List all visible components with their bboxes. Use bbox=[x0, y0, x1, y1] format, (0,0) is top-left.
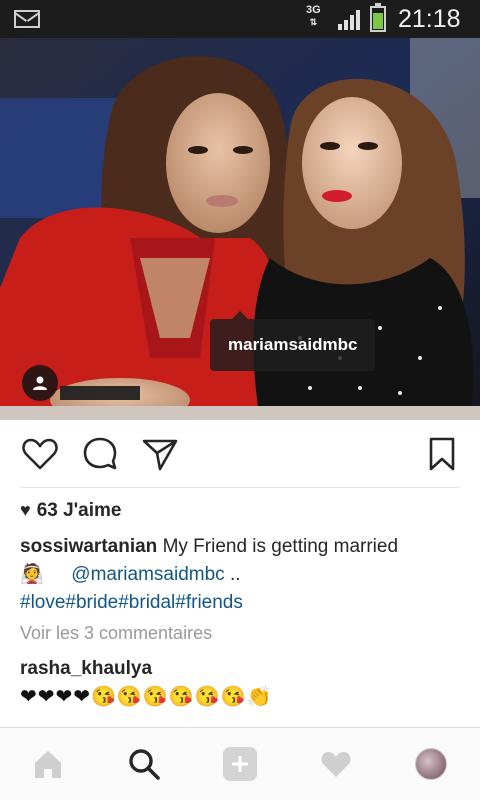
status-bar: 3G ⇅ 21:18 bbox=[0, 0, 480, 38]
view-comments-link[interactable]: Voir les 3 commentaires bbox=[20, 623, 212, 644]
battery-icon bbox=[370, 3, 386, 32]
status-time: 21:18 bbox=[398, 5, 461, 33]
add-icon[interactable] bbox=[222, 746, 258, 782]
bride-emoji: 👰 bbox=[20, 564, 44, 585]
mail-icon bbox=[14, 10, 40, 28]
divider bbox=[20, 487, 460, 488]
profile-avatar[interactable] bbox=[415, 748, 447, 780]
bookmark-icon[interactable] bbox=[422, 434, 462, 474]
home-icon[interactable] bbox=[30, 746, 66, 782]
signal-icon bbox=[338, 10, 362, 30]
activity-heart-icon[interactable] bbox=[318, 746, 354, 782]
caption-text: My Friend is getting married bbox=[162, 536, 399, 557]
post-actions bbox=[0, 420, 480, 488]
heart-icon[interactable] bbox=[20, 434, 60, 474]
share-icon[interactable] bbox=[140, 434, 180, 474]
network-indicator: 3G ⇅ bbox=[306, 4, 321, 27]
comment-text: ❤❤❤❤😘😘😘😘😘😘👏 bbox=[20, 686, 273, 708]
person-icon[interactable] bbox=[22, 365, 58, 401]
caption-hashtags[interactable]: #love#bride#bridal#friends bbox=[20, 592, 243, 613]
caption-username[interactable]: sossiwartanian bbox=[20, 536, 157, 557]
user-tag-label[interactable]: mariamsaidmbc bbox=[210, 311, 376, 371]
like-heart-icon: ♥ bbox=[20, 500, 31, 520]
post-photo[interactable]: mariamsaidmbc bbox=[0, 38, 480, 420]
bottom-nav bbox=[0, 727, 480, 800]
comment-username[interactable]: rasha_khaulya bbox=[20, 658, 152, 680]
search-icon[interactable] bbox=[126, 746, 162, 782]
caption-mention[interactable]: @mariamsaidmbc bbox=[71, 564, 224, 585]
post-caption: sossiwartanian My Friend is getting marr… bbox=[20, 536, 399, 613]
comment-icon[interactable] bbox=[80, 434, 120, 474]
likes-count[interactable]: ♥ 63 J'aime bbox=[20, 500, 122, 522]
